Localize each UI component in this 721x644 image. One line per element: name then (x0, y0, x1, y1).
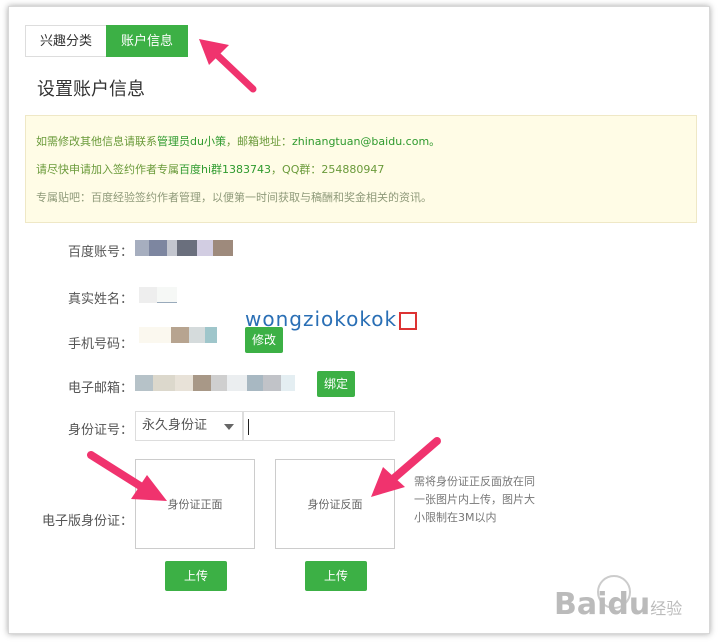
baidu-account-label: 百度账号： (67, 245, 133, 260)
seal-icon (399, 311, 418, 330)
id-type-selected-value: 永久身份证 (142, 418, 208, 433)
baidu-watermark-sub: 经验 (650, 599, 683, 618)
electronic-id-label: 电子版身份证： (41, 514, 133, 529)
notice-line-2-prefix: 请尽快申请加入签约作者专属 (36, 163, 179, 176)
author-watermark-text: wongziokokok (245, 307, 398, 331)
baidu-watermark-brand: Baidu (554, 587, 651, 622)
caret-down-icon (224, 424, 234, 430)
annotation-arrow-icon (371, 437, 441, 497)
id-front-label: 身份证正面 (167, 498, 223, 511)
notice-box: 如需修改其他信息请联系管理员du小策，邮箱地址：zhinangtuan@baid… (25, 115, 697, 223)
admin-email: zhinangtuan@baidu.com。 (291, 135, 441, 148)
notice-line-2: 请尽快申请加入签约作者专属百度hi群1383743，QQ群：254880947 (36, 156, 686, 184)
admin-link[interactable]: 管理员du小策 (157, 135, 226, 148)
tab-bar: 兴趣分类 账户信息 (25, 25, 189, 57)
id-number-label: 身份证号： (67, 423, 133, 438)
baidu-account-value-blurred (135, 240, 233, 256)
text-cursor (248, 419, 249, 435)
bind-email-button[interactable]: 绑定 (317, 371, 355, 397)
real-name-value-blurred (139, 287, 179, 303)
tab-account-info[interactable]: 账户信息 (106, 25, 189, 57)
qq-group: ，QQ群：254880947 (271, 163, 385, 176)
upload-front-button[interactable]: 上传 (165, 561, 227, 591)
page-title: 设置账户信息 (37, 79, 145, 100)
author-watermark: wongziokokok (245, 307, 418, 331)
annotation-arrow-icon (87, 451, 167, 501)
notice-line-1-prefix: 如需修改其他信息请联系 (36, 135, 157, 148)
upload-back-button[interactable]: 上传 (305, 561, 367, 591)
tab-interest-category[interactable]: 兴趣分类 (25, 25, 107, 57)
phone-value-blurred (139, 327, 219, 343)
annotation-arrow-icon (199, 39, 257, 93)
hi-group: 百度hi群1383743 (179, 163, 272, 176)
notice-line-3: 专属贴吧：百度经验签约作者管理，以便第一时间获取与稿酬和奖金相关的资讯。 (36, 191, 432, 204)
phone-label: 手机号码： (67, 337, 133, 352)
notice-line-1-mid: ，邮箱地址： (225, 135, 292, 148)
real-name-label: 真实姓名： (67, 292, 133, 307)
baidu-watermark: Baidu经验 (554, 587, 682, 622)
email-value-blurred (135, 375, 305, 391)
email-label: 电子邮箱： (67, 381, 133, 396)
settings-panel: 兴趣分类 账户信息 设置账户信息 如需修改其他信息请联系管理员du小策，邮箱地址… (8, 6, 710, 634)
notice-line-1: 如需修改其他信息请联系管理员du小策，邮箱地址：zhinangtuan@baid… (36, 128, 686, 156)
id-type-select[interactable]: 永久身份证 (135, 411, 243, 441)
id-back-label: 身份证反面 (307, 498, 363, 511)
